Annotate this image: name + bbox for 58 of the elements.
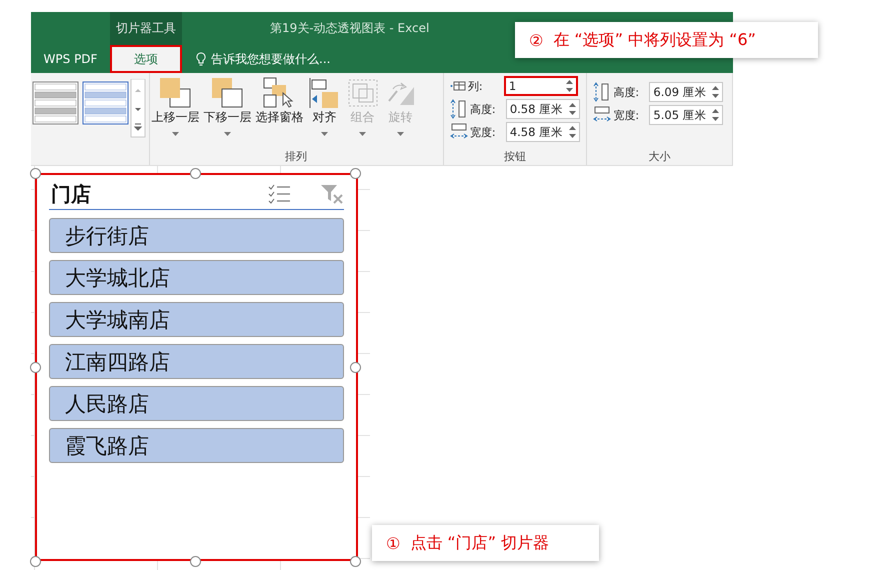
field-label: 列: <box>468 78 484 94</box>
slicer-item[interactable]: 步行街店 <box>49 218 344 253</box>
group-label: 按钮 <box>503 149 528 165</box>
slicer-item[interactable]: 江南四路店 <box>49 344 344 379</box>
ribbon-button[interactable]: 对齐 <box>306 73 344 149</box>
spinner-arrows-icon[interactable] <box>568 125 576 139</box>
field-label: 宽度: <box>613 108 640 122</box>
spinner-arrows-icon[interactable] <box>712 85 720 99</box>
spinner-arrows-icon[interactable] <box>712 108 720 122</box>
number-field[interactable]: 4.58 厘米 <box>506 122 580 142</box>
group-icon <box>346 77 380 109</box>
number-field[interactable]: 0.58 厘米 <box>506 99 580 119</box>
slicer-item[interactable]: 人民路店 <box>49 386 344 421</box>
number-field[interactable]: 5.05 厘米 <box>649 105 724 125</box>
resize-handle[interactable] <box>350 362 361 373</box>
field-label: 高度: <box>470 102 497 116</box>
callout-text: 点击 “门店” 切片器 <box>410 532 550 554</box>
lightbulb-icon <box>196 52 206 66</box>
step-number: ① <box>386 534 400 552</box>
resize-handle[interactable] <box>350 556 361 567</box>
send-backward-icon <box>210 77 245 109</box>
number-field[interactable]: 1 <box>504 76 578 96</box>
slicer-item[interactable]: 大学城南店 <box>49 302 344 337</box>
height-icon <box>450 99 468 119</box>
slicer-item[interactable]: 大学城北店 <box>49 260 344 295</box>
slicer-panel[interactable]: 门店 步行街店 大学城北店 大学城南店 江南四路店 人民路店 霞飞路店 <box>35 173 358 561</box>
ribbon-button[interactable]: 选择窗格 <box>254 73 306 149</box>
resize-handle[interactable] <box>350 168 361 179</box>
resize-handle[interactable] <box>30 556 41 567</box>
field-label: 高度: <box>613 84 640 100</box>
group-label: 排列 <box>284 149 308 165</box>
multi-select-icon[interactable] <box>268 183 292 205</box>
clear-filter-icon[interactable] <box>320 183 344 205</box>
ribbon-tab[interactable]: WPS PDF <box>31 45 110 73</box>
callout-text: 在 “选项” 中将列设置为 “6” <box>553 30 756 50</box>
resize-handle[interactable] <box>190 556 201 567</box>
spinner-arrows-icon[interactable] <box>568 102 576 116</box>
ribbon-button[interactable]: 上移一层 <box>150 73 202 149</box>
columns-icon <box>450 80 466 92</box>
step-number: ② <box>529 30 544 50</box>
height-icon <box>593 82 612 102</box>
bring-forward-icon <box>158 77 193 109</box>
context-tab-title: 切片器工具 <box>110 12 182 45</box>
resize-handle[interactable] <box>30 362 41 373</box>
resize-handle[interactable] <box>30 168 41 179</box>
field-label: 宽度: <box>470 124 497 140</box>
window-title: 第19关-动态透视图表 - Excel <box>270 20 430 37</box>
spinner-arrows-icon[interactable] <box>566 79 573 93</box>
group-label: 大小 <box>648 149 672 165</box>
width-icon <box>593 106 612 124</box>
width-icon <box>450 123 468 141</box>
number-field[interactable]: 6.09 厘米 <box>649 82 724 102</box>
ribbon-tab[interactable]: 选项 <box>110 45 182 73</box>
slicer-title: 门店 <box>50 180 92 208</box>
tell-me-field[interactable]: 告诉我您想要做什么... <box>211 50 330 68</box>
ribbon-button[interactable]: 下移一层 <box>202 73 254 149</box>
resize-handle[interactable] <box>190 168 201 179</box>
slicer-item[interactable]: 霞飞路店 <box>49 428 344 463</box>
